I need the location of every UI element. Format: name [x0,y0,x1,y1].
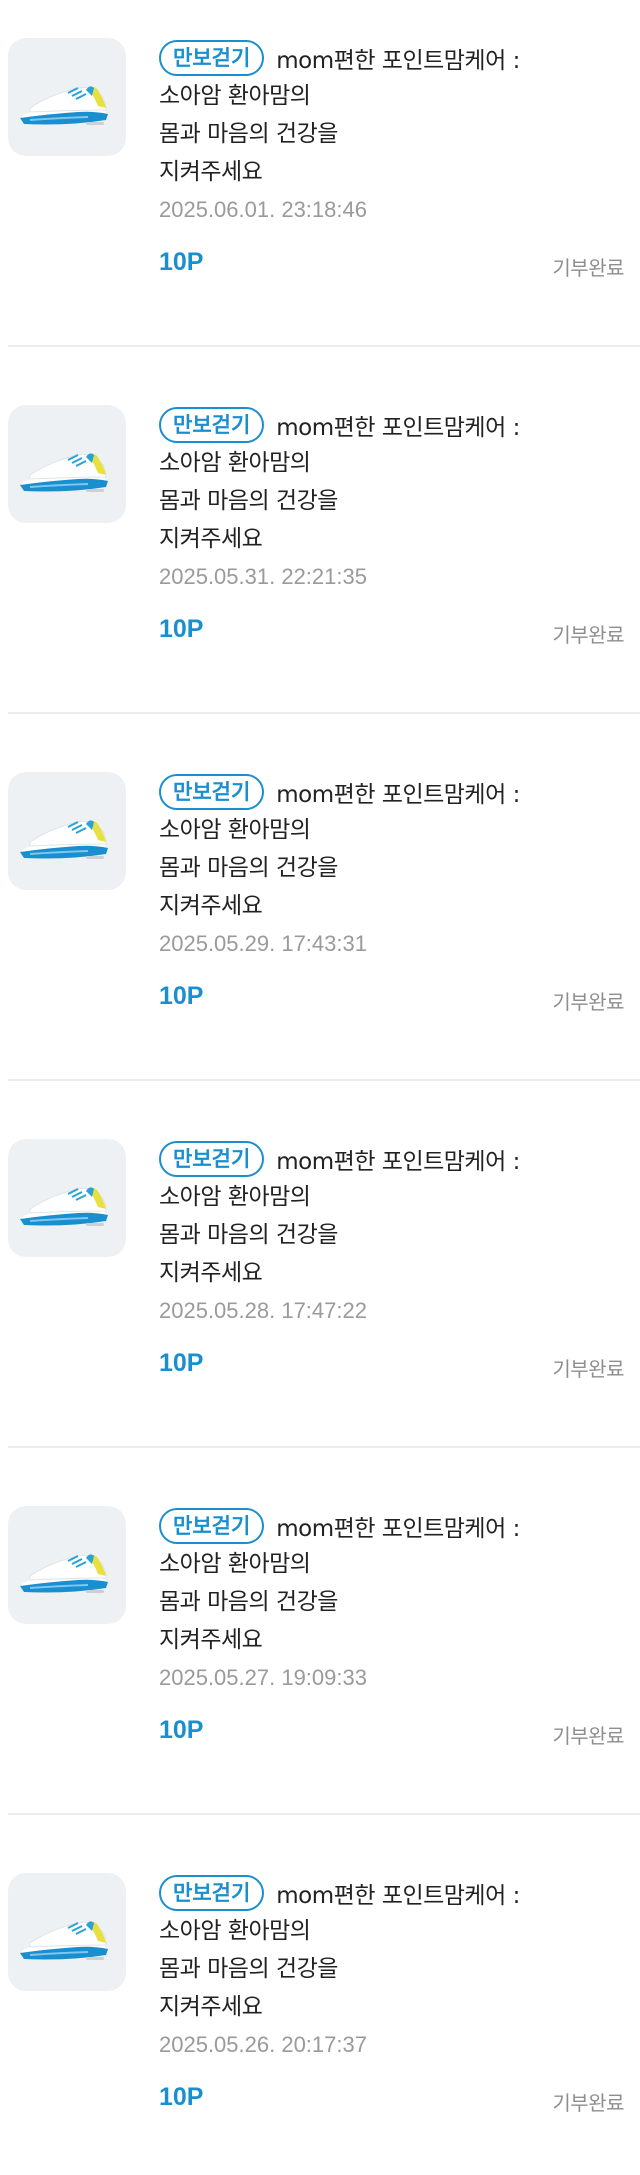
points-value: 10P [159,1349,204,1377]
list-item[interactable]: 만보걷기 mom편한 포인트맘케어 : 소아암 환아맘의 몸과 마음의 건강을 … [0,1101,640,1468]
item-description-line: 지켜주세요 [159,1994,263,2020]
status-label: 기부완료 [552,256,624,280]
item-content: 만보걷기 mom편한 포인트맘케어 : 소아암 환아맘의 몸과 마음의 건강을 … [159,405,626,596]
sneaker-icon [8,1873,126,1991]
item-timestamp: 2025.05.31. 22:21:35 [159,564,367,589]
item-timestamp: 2025.05.27. 19:09:33 [159,1665,367,1690]
category-badge: 만보걷기 [159,407,265,443]
item-description-line: 몸과 마음의 건강을 [159,1956,338,1982]
sneaker-icon [8,1139,126,1257]
points-value: 10P [159,2083,204,2111]
sneaker-icon [8,405,126,523]
item-description-line: 지켜주세요 [159,159,263,185]
item-description-line: 소아암 환아맘의 [159,1184,311,1210]
item-timestamp: 2025.05.26. 20:17:37 [159,2032,367,2057]
item-content: 만보걷기 mom편한 포인트맘케어 : 소아암 환아맘의 몸과 마음의 건강을 … [159,38,626,229]
item-title: mom편한 포인트맘케어 : [276,1149,520,1175]
item-description-line: 몸과 마음의 건강을 [159,855,338,881]
points-value: 10P [159,982,204,1010]
item-description-line: 지켜주세요 [159,1260,263,1286]
divider [8,345,640,347]
list-item[interactable]: 만보걷기 mom편한 포인트맘케어 : 소아암 환아맘의 몸과 마음의 건강을 … [0,1835,640,2175]
item-title: mom편한 포인트맘케어 : [276,782,520,808]
donation-history-list: 만보걷기 mom편한 포인트맘케어 : 소아암 환아맘의 몸과 마음의 건강을 … [0,0,640,2175]
item-description-line: 몸과 마음의 건강을 [159,1589,338,1615]
item-description-line: 소아암 환아맘의 [159,1918,311,1944]
item-timestamp: 2025.05.29. 17:43:31 [159,931,367,956]
status-label: 기부완료 [552,2091,624,2115]
item-title: mom편한 포인트맘케어 : [276,1516,520,1542]
item-timestamp: 2025.06.01. 23:18:46 [159,197,367,222]
status-label: 기부완료 [552,990,624,1014]
item-description-line: 몸과 마음의 건강을 [159,488,338,514]
sneaker-icon [8,1506,126,1624]
list-item[interactable]: 만보걷기 mom편한 포인트맘케어 : 소아암 환아맘의 몸과 마음의 건강을 … [0,367,640,734]
item-description-line: 지켜주세요 [159,526,263,552]
divider [8,1446,640,1448]
item-description-line: 소아암 환아맘의 [159,817,311,843]
divider [8,712,640,714]
list-item[interactable]: 만보걷기 mom편한 포인트맘케어 : 소아암 환아맘의 몸과 마음의 건강을 … [0,0,640,367]
status-label: 기부완료 [552,1724,624,1748]
item-description-line: 소아암 환아맘의 [159,1551,311,1577]
item-description-line: 지켜주세요 [159,1627,263,1653]
item-timestamp: 2025.05.28. 17:47:22 [159,1298,367,1323]
item-description-line: 몸과 마음의 건강을 [159,121,338,147]
item-description-line: 지켜주세요 [159,893,263,919]
list-item[interactable]: 만보걷기 mom편한 포인트맘케어 : 소아암 환아맘의 몸과 마음의 건강을 … [0,734,640,1101]
list-item[interactable]: 만보걷기 mom편한 포인트맘케어 : 소아암 환아맘의 몸과 마음의 건강을 … [0,1468,640,1835]
item-title: mom편한 포인트맘케어 : [276,1883,520,1909]
divider [8,1079,640,1081]
status-label: 기부완료 [552,1357,624,1381]
divider [8,1813,640,1815]
item-content: 만보걷기 mom편한 포인트맘케어 : 소아암 환아맘의 몸과 마음의 건강을 … [159,1873,626,2064]
item-title: mom편한 포인트맘케어 : [276,415,520,441]
category-badge: 만보걷기 [159,1875,265,1911]
item-content: 만보걷기 mom편한 포인트맘케어 : 소아암 환아맘의 몸과 마음의 건강을 … [159,1139,626,1330]
category-badge: 만보걷기 [159,1141,265,1177]
points-value: 10P [159,1716,204,1744]
sneaker-icon [8,38,126,156]
status-label: 기부완료 [552,623,624,647]
points-value: 10P [159,615,204,643]
item-description-line: 소아암 환아맘의 [159,83,311,109]
category-badge: 만보걷기 [159,1508,265,1544]
item-title: mom편한 포인트맘케어 : [276,48,520,74]
item-content: 만보걷기 mom편한 포인트맘케어 : 소아암 환아맘의 몸과 마음의 건강을 … [159,1506,626,1697]
category-badge: 만보걷기 [159,40,265,76]
category-badge: 만보걷기 [159,774,265,810]
points-value: 10P [159,248,204,276]
sneaker-icon [8,772,126,890]
item-description-line: 몸과 마음의 건강을 [159,1222,338,1248]
item-content: 만보걷기 mom편한 포인트맘케어 : 소아암 환아맘의 몸과 마음의 건강을 … [159,772,626,963]
item-description-line: 소아암 환아맘의 [159,450,311,476]
